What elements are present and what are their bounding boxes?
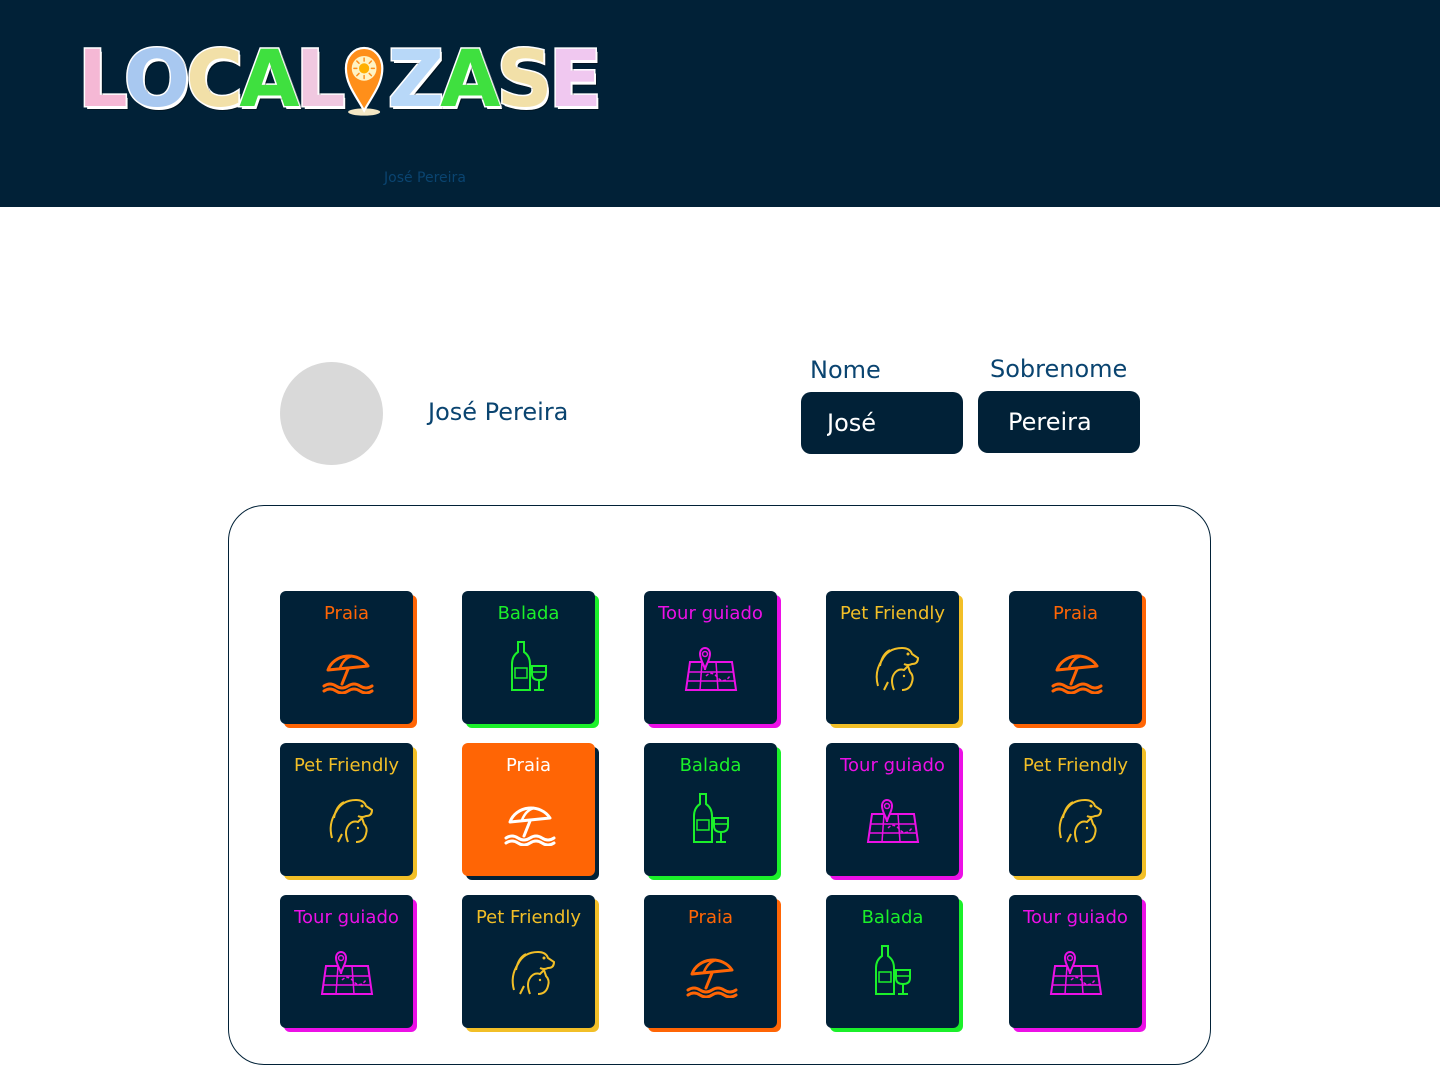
- category-card[interactable]: Pet Friendly: [1009, 743, 1142, 876]
- map-pin-icon: [1049, 951, 1102, 995]
- category-card[interactable]: Pet Friendly: [462, 895, 595, 1028]
- category-label: Praia: [1053, 603, 1098, 624]
- category-label: Pet Friendly: [839, 603, 946, 624]
- category-label: Tour guiado: [840, 755, 945, 776]
- logo-letter: L: [294, 35, 347, 125]
- wine-bottle-icon: [874, 945, 911, 995]
- last-name-field[interactable]: [978, 391, 1140, 453]
- map-pin-icon: [866, 799, 919, 843]
- localizase-logo[interactable]: L O C A L Z A S E: [77, 28, 604, 132]
- category-card[interactable]: Pet Friendly: [280, 743, 413, 876]
- logo-letter: S: [495, 35, 554, 125]
- first-name-field[interactable]: [801, 392, 963, 454]
- category-card[interactable]: Balada: [826, 895, 959, 1028]
- pets-icon: [511, 950, 555, 995]
- category-card[interactable]: Tour guiado: [644, 591, 777, 724]
- category-label: Pet Friendly: [1022, 755, 1129, 776]
- category-label: Pet Friendly: [475, 907, 582, 928]
- category-label: Pet Friendly: [293, 755, 400, 776]
- category-label: Praia: [688, 907, 733, 928]
- beach-umbrella-icon: [504, 806, 555, 846]
- category-card[interactable]: Balada: [644, 743, 777, 876]
- map-pin-icon: [320, 951, 373, 995]
- first-name-label: Nome: [810, 356, 881, 384]
- wine-bottle-icon: [692, 793, 729, 843]
- category-label: Balada: [679, 755, 742, 776]
- map-pin-icon: [684, 647, 737, 691]
- beach-umbrella-icon: [1051, 654, 1102, 694]
- category-card[interactable]: Praia: [462, 743, 595, 876]
- header-user-name[interactable]: José Pereira: [384, 170, 466, 186]
- category-label: Praia: [324, 603, 369, 624]
- wine-bottle-icon: [510, 641, 547, 691]
- category-card[interactable]: Balada: [462, 591, 595, 724]
- category-card[interactable]: Tour guiado: [826, 743, 959, 876]
- logo-letter: Z: [386, 35, 446, 125]
- profile-name: José Pereira: [428, 398, 569, 426]
- logo-letter: L: [77, 35, 130, 125]
- category-card[interactable]: Tour guiado: [280, 895, 413, 1028]
- logo-letter: A: [439, 35, 502, 125]
- category-label: Balada: [861, 907, 924, 928]
- category-label: Tour guiado: [658, 603, 763, 624]
- beach-umbrella-icon: [686, 958, 737, 998]
- top-header: L O C A L Z A S E José Pereira: [0, 0, 1440, 207]
- category-card[interactable]: Praia: [644, 895, 777, 1028]
- logo-letter: C: [185, 35, 245, 125]
- category-label: Balada: [497, 603, 560, 624]
- pets-icon: [329, 798, 373, 843]
- category-card[interactable]: Praia: [1009, 591, 1142, 724]
- category-label: Tour guiado: [1023, 907, 1128, 928]
- pets-icon: [1058, 798, 1102, 843]
- avatar[interactable]: [280, 362, 383, 465]
- category-card[interactable]: Pet Friendly: [826, 591, 959, 724]
- category-card[interactable]: Praia: [280, 591, 413, 724]
- category-label: Praia: [506, 755, 551, 776]
- logo-letter: A: [238, 35, 301, 125]
- category-label: Tour guiado: [294, 907, 399, 928]
- sun-pin-icon: [345, 46, 384, 116]
- logo-letter: O: [122, 35, 191, 125]
- logo-letter: E: [547, 35, 603, 125]
- last-name-label: Sobrenome: [990, 355, 1128, 383]
- beach-umbrella-icon: [322, 654, 373, 694]
- pets-icon: [875, 646, 919, 691]
- category-card[interactable]: Tour guiado: [1009, 895, 1142, 1028]
